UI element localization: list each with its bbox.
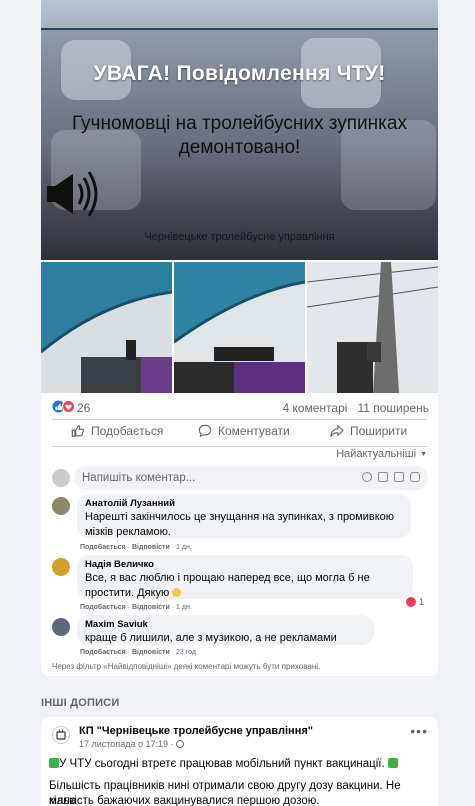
- page-avatar[interactable]: [52, 726, 70, 744]
- comment-text-line1: Все, я вас люблю і прощаю наперед все, щ…: [85, 572, 370, 584]
- comment-bubble: Анатолій Лузанний Нарешті закінчилось це…: [77, 494, 411, 538]
- photo-grid: [41, 262, 438, 393]
- sort-label: Найактуальніші: [336, 448, 417, 460]
- photo-stop-canopy: [41, 262, 172, 393]
- reactions-summary: 26 4 коментарі 11 поширень: [41, 399, 438, 417]
- comment-label: Коментувати: [218, 424, 290, 438]
- other-post-card: КП "Чернівецьке тролейбусне управління" …: [41, 717, 438, 806]
- more-options-icon[interactable]: •••: [410, 723, 428, 739]
- comment-button[interactable]: Коментувати: [198, 424, 290, 438]
- comment-text-line2-wrap: простити. Дякую: [85, 586, 405, 601]
- comment-share-counts: 4 коментарі 11 поширень: [282, 401, 429, 415]
- photo-stop-canopy: [174, 262, 305, 393]
- hero-title: УВАГА! Повідомлення ЧТУ!: [93, 62, 386, 85]
- hero-subtitle: Гучномовці на тролейбусних зупинках демо…: [51, 112, 428, 160]
- share-label: Поширити: [350, 424, 408, 438]
- comment-icon: [198, 424, 212, 438]
- comment-like-link[interactable]: Подобається: [80, 649, 126, 656]
- comment-item: Maxim Saviuk краще б лишили, але з музик…: [52, 615, 438, 659]
- comment-reaction-count: 1: [418, 597, 424, 607]
- caret-down-icon: ▼: [420, 450, 427, 458]
- emoji-icon[interactable]: [362, 472, 372, 482]
- comment-reaction-badge[interactable]: 1: [405, 597, 424, 607]
- photo-1[interactable]: [41, 262, 172, 393]
- like-love-icon: [52, 400, 75, 413]
- commenter-avatar[interactable]: [52, 558, 70, 576]
- hero-subtitle-line1: Гучномовці на тролейбусних зупинках: [72, 113, 407, 134]
- sticker-icon[interactable]: [410, 472, 420, 482]
- photo-pole-wires: [307, 262, 438, 393]
- other-posts-heading: ІНШІ ДОПИСИ: [41, 697, 120, 709]
- page-name[interactable]: КП "Чернівецьке тролейбусне управління": [79, 725, 313, 737]
- comment-meta: Подобається · Відповісти · 23 год: [80, 649, 196, 656]
- divider: [52, 446, 427, 447]
- post-date: 17 листопада о 17:19 ·: [79, 739, 184, 749]
- comment-author[interactable]: Надія Величко: [85, 559, 405, 571]
- check-emoji-icon: [49, 758, 59, 768]
- composer-icons: [362, 472, 420, 482]
- user-avatar[interactable]: [52, 469, 70, 487]
- comment-text-line1: Нарешті закінчилось це знущання на зупин…: [85, 511, 395, 523]
- megaphone-icon: [47, 171, 98, 217]
- reaction-count[interactable]: 26: [77, 401, 90, 415]
- comment-meta: Подобається · Відповісти · 1 дн.: [80, 604, 192, 611]
- comment-time[interactable]: 1 дн.: [176, 604, 192, 611]
- comment-like-link[interactable]: Подобається: [80, 604, 126, 611]
- comment-reply-link[interactable]: Відповісти: [132, 544, 170, 551]
- post-text-1: У ЧТУ сьогодні втретє працював мобільний…: [59, 758, 385, 770]
- post-text-line1: У ЧТУ сьогодні втретє працював мобільний…: [49, 757, 431, 772]
- like-button[interactable]: Подобається: [71, 424, 163, 438]
- comment-sort-dropdown[interactable]: Найактуальніші ▼: [336, 448, 427, 460]
- camera-icon[interactable]: [378, 472, 388, 482]
- post-card: УВАГА! Повідомлення ЧТУ! Гучномовці на т…: [41, 0, 438, 676]
- share-button[interactable]: Поширити: [330, 424, 407, 438]
- shares-count[interactable]: 11 поширень: [357, 401, 429, 415]
- share-icon: [330, 425, 344, 437]
- trolleybus-logo-icon: [56, 729, 66, 740]
- comment-time[interactable]: 23 год: [176, 649, 196, 656]
- comment-meta: Подобається · Відповісти · 1 дн.: [80, 544, 192, 551]
- comment-like-link[interactable]: Подобається: [80, 544, 126, 551]
- comment-bubble: Надія Величко Все, я вас люблю і прощаю …: [77, 555, 413, 599]
- post-hero-image[interactable]: УВАГА! Повідомлення ЧТУ! Гучномовці на т…: [41, 0, 438, 260]
- gif-icon[interactable]: [394, 472, 404, 482]
- commenter-avatar[interactable]: [52, 618, 70, 636]
- comment-bubble: Maxim Saviuk краще б лишили, але з музик…: [77, 615, 374, 645]
- comment-placeholder: Напишіть коментар...: [82, 472, 196, 484]
- filter-note: Через фільтр «Найвідповідніші» деякі ком…: [52, 662, 321, 671]
- comment-reply-link[interactable]: Відповісти: [132, 649, 170, 656]
- photo-3[interactable]: [307, 262, 438, 393]
- thumbs-up-icon: [71, 425, 84, 437]
- check-emoji-icon: [387, 758, 398, 768]
- comments-count[interactable]: 4 коментарі: [282, 401, 347, 415]
- comment-author[interactable]: Анатолій Лузанний: [85, 498, 403, 510]
- comment-text-line2: мізків рекламою.: [85, 526, 171, 538]
- comment-input[interactable]: Напишіть коментар...: [74, 466, 428, 490]
- post-actions: Подобається Коментувати Поширити: [41, 420, 438, 446]
- comment-text-line1: краще б лишили, але з музикою, а не рекл…: [85, 632, 337, 644]
- hero-subtitle-line2: демонтовано!: [178, 137, 301, 158]
- commenter-avatar[interactable]: [52, 497, 70, 515]
- comment-reply-link[interactable]: Відповісти: [132, 604, 170, 611]
- post-date-text[interactable]: 17 листопада о 17:19 ·: [79, 739, 173, 749]
- hero-bus-ceiling: [41, 0, 438, 30]
- like-label: Подобається: [91, 424, 164, 438]
- reaction-icons[interactable]: [52, 400, 76, 416]
- comment-item: Надія Величко Все, я вас люблю і прощаю …: [52, 555, 438, 611]
- love-reaction-icon: [405, 597, 416, 607]
- comment-text-line2: простити. Дякую: [85, 587, 170, 599]
- comment-composer: Напишіть коментар...: [52, 466, 428, 490]
- comment-item: Анатолій Лузанний Нарешті закінчилось це…: [52, 494, 438, 551]
- post-text-line3: кількість бажаючих вакцинувалися першою …: [49, 795, 320, 806]
- globe-icon: [176, 740, 184, 748]
- comment-author[interactable]: Maxim Saviuk: [85, 619, 366, 631]
- hero-footer: Чернівецьке тролейбусне управління: [144, 231, 335, 243]
- photo-2[interactable]: [174, 262, 305, 393]
- comment-time[interactable]: 1 дн.: [176, 544, 192, 551]
- smile-emoji-icon: [172, 588, 182, 597]
